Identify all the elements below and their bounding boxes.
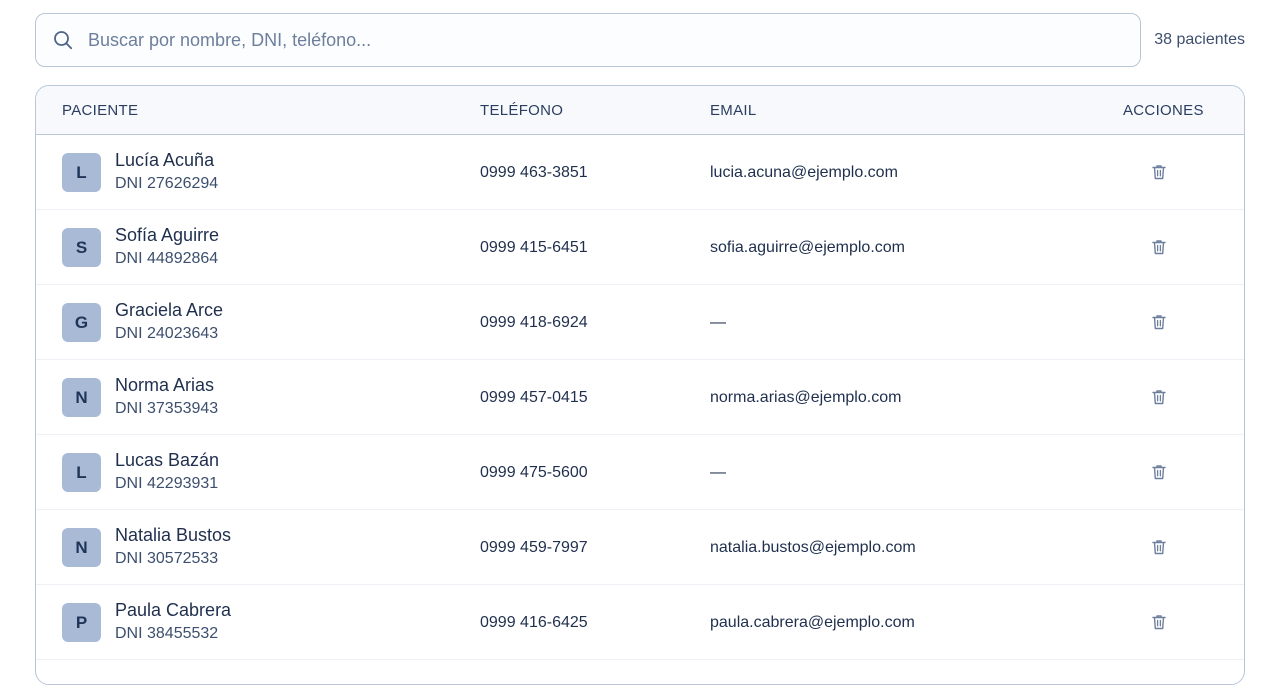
patient-phone: 0999 416-6425: [480, 614, 588, 631]
avatar: P: [62, 603, 101, 642]
patient-dni: DNI 37353943: [115, 400, 219, 417]
trash-icon: [1152, 539, 1166, 555]
column-header-patient: PACIENTE: [62, 102, 139, 119]
delete-button[interactable]: [1149, 237, 1169, 257]
search-icon: [52, 29, 74, 51]
patient-name: Lucas Bazán: [115, 450, 220, 470]
patient-dni: DNI 44892864: [115, 250, 219, 267]
trash-icon: [1152, 464, 1166, 480]
patient-dni: DNI 27626294: [115, 175, 219, 192]
table-row[interactable]: G Graciela Arce DNI 24023643 0999 418-69…: [36, 285, 1244, 360]
patient-count: 38 pacientes: [1154, 31, 1245, 48]
table-row[interactable]: P Paula Cabrera DNI 38455532 0999 416-64…: [36, 585, 1244, 660]
patient-dni: DNI 24023643: [115, 325, 219, 342]
patient-phone: 0999 415-6451: [480, 239, 588, 256]
patient-phone: 0999 459-7997: [480, 539, 588, 556]
table-row[interactable]: S Sofía Aguirre DNI 44892864 0999 415-64…: [36, 210, 1244, 285]
patient-name: Natalia Bustos: [115, 525, 232, 545]
column-header-email: EMAIL: [710, 102, 757, 119]
avatar: L: [62, 153, 101, 192]
table-row[interactable]: N Natalia Bustos DNI 30572533 0999 459-7…: [36, 510, 1244, 585]
trash-icon: [1152, 314, 1166, 330]
patient-name: Paula Cabrera: [115, 600, 232, 620]
patients-table: PACIENTE TELÉFONO EMAIL ACCIONES L Lucía…: [35, 85, 1245, 685]
delete-button[interactable]: [1149, 537, 1169, 557]
patient-dni: DNI 38455532: [115, 625, 219, 642]
table-header: PACIENTE TELÉFONO EMAIL ACCIONES: [36, 86, 1244, 135]
column-header-actions: ACCIONES: [1123, 102, 1204, 119]
table-row[interactable]: N Norma Arias DNI 37353943 0999 457-0415…: [36, 360, 1244, 435]
delete-button[interactable]: [1149, 462, 1169, 482]
delete-button[interactable]: [1149, 387, 1169, 407]
patient-email: sofia.aguirre@ejemplo.com: [710, 239, 905, 256]
patient-email: —: [710, 314, 726, 331]
trash-icon: [1152, 239, 1166, 255]
patient-email: lucia.acuna@ejemplo.com: [710, 164, 898, 181]
search-input[interactable]: [88, 29, 1088, 51]
patient-email: natalia.bustos@ejemplo.com: [710, 539, 916, 556]
trash-icon: [1152, 164, 1166, 180]
patient-name: Norma Arias: [115, 375, 215, 395]
avatar: S: [62, 228, 101, 267]
trash-icon: [1152, 614, 1166, 630]
table-body: L Lucía Acuña DNI 27626294 0999 463-3851…: [36, 135, 1244, 660]
patient-name: Graciela Arce: [115, 300, 224, 320]
table-row[interactable]: L Lucas Bazán DNI 42293931 0999 475-5600…: [36, 435, 1244, 510]
avatar: N: [62, 528, 101, 567]
patient-name: Lucía Acuña: [115, 150, 215, 170]
avatar: N: [62, 378, 101, 417]
patient-email: paula.cabrera@ejemplo.com: [710, 614, 915, 631]
patient-dni: DNI 42293931: [115, 475, 219, 492]
trash-icon: [1152, 389, 1166, 405]
table-row[interactable]: L Lucía Acuña DNI 27626294 0999 463-3851…: [36, 135, 1244, 210]
delete-button[interactable]: [1149, 612, 1169, 632]
delete-button[interactable]: [1149, 312, 1169, 332]
delete-button[interactable]: [1149, 162, 1169, 182]
avatar: L: [62, 453, 101, 492]
patient-name: Sofía Aguirre: [115, 225, 220, 245]
patient-email: norma.arias@ejemplo.com: [710, 389, 902, 406]
patient-phone: 0999 418-6924: [480, 314, 588, 331]
patient-phone: 0999 457-0415: [480, 389, 588, 406]
avatar: G: [62, 303, 101, 342]
patient-dni: DNI 30572533: [115, 550, 219, 567]
search-box[interactable]: [35, 13, 1141, 67]
patient-phone: 0999 463-3851: [480, 164, 588, 181]
patients-toolbar: 38 pacientes: [35, 13, 1245, 67]
patient-email: —: [710, 464, 726, 481]
patient-phone: 0999 475-5600: [480, 464, 588, 481]
column-header-phone: TELÉFONO: [480, 102, 564, 119]
